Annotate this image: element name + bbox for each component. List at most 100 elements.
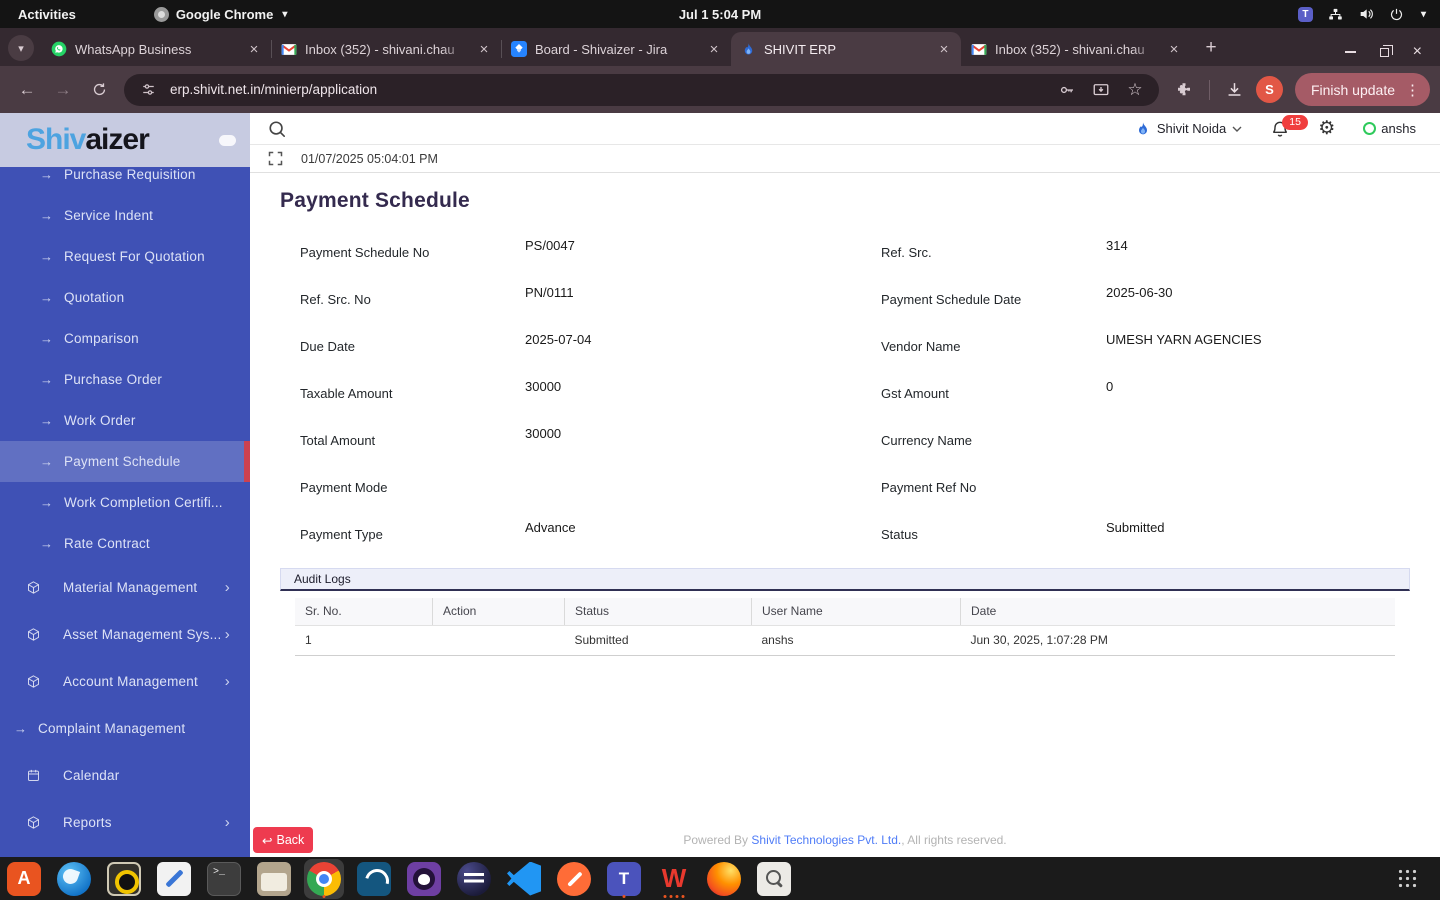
dock-terminal[interactable] xyxy=(204,859,244,899)
dock-vscode[interactable] xyxy=(504,859,544,899)
sidebar-item-payment-schedule[interactable]: → Payment Schedule xyxy=(0,441,250,482)
sidebar-item-quotation[interactable]: → Quotation xyxy=(0,277,250,318)
downloads-icon[interactable] xyxy=(1220,75,1250,105)
dock-chrome[interactable] xyxy=(304,858,344,899)
sidebar-item-purchase-order[interactable]: → Purchase Order xyxy=(0,359,250,400)
sidebar-item-asset-management-sys[interactable]: Asset Management Sys... › xyxy=(0,611,250,658)
activities-button[interactable]: Activities xyxy=(0,0,94,28)
settings-gear-icon[interactable]: ⚙ xyxy=(1318,119,1335,138)
sidebar-item-reports[interactable]: Reports › xyxy=(0,799,250,846)
fullscreen-icon[interactable] xyxy=(268,151,283,166)
restore-button[interactable] xyxy=(1379,44,1393,57)
chevron-down-icon[interactable]: ▾ xyxy=(1421,9,1426,20)
browser-tab-inbox-352-shivani-chau[interactable]: Inbox (352) - shivani.chau × xyxy=(961,32,1191,66)
bookmark-star-icon[interactable]: ☆ xyxy=(1123,80,1147,100)
firefox-icon xyxy=(707,861,741,896)
notifications-button[interactable]: 15 xyxy=(1270,114,1308,139)
wps-office-icon xyxy=(657,862,691,896)
address-bar[interactable]: erp.shivit.net.in/minierp/application ☆ xyxy=(124,73,1159,106)
sidebar-item-complaint-management[interactable]: → Complaint Management xyxy=(0,705,250,752)
dock-mysql-workbench[interactable] xyxy=(354,859,394,899)
site-settings-icon[interactable] xyxy=(136,82,160,97)
sidebar-item-request-for-quotation[interactable]: → Request For Quotation xyxy=(0,236,250,277)
dock-firefox[interactable] xyxy=(704,859,744,899)
sidebar-item-material-management[interactable]: Material Management › xyxy=(0,564,250,611)
dock-files[interactable] xyxy=(254,859,294,899)
field-value: 30000 xyxy=(525,379,562,394)
extensions-icon[interactable] xyxy=(1169,75,1199,105)
app-grid-icon[interactable] xyxy=(1397,868,1418,889)
dock-teams[interactable] xyxy=(604,859,644,899)
field-label: Payment Mode xyxy=(300,480,388,495)
url-text[interactable]: erp.shivit.net.in/minierp/application xyxy=(170,82,1045,97)
sidebar-item-label: Calendar xyxy=(63,768,120,783)
reload-button[interactable] xyxy=(84,75,114,105)
dock-ubuntu-software[interactable] xyxy=(4,859,44,899)
clock[interactable]: Jul 1 5:04 PM xyxy=(679,7,761,22)
chevron-right-icon: › xyxy=(224,579,230,596)
kebab-menu-icon[interactable]: ⋮ xyxy=(1405,81,1420,99)
tab-close-icon[interactable]: × xyxy=(705,40,723,58)
dock-text-editor[interactable] xyxy=(154,859,194,899)
user-menu[interactable]: anshs xyxy=(1363,121,1416,136)
sidebar-item-label: Comparison xyxy=(64,331,139,346)
password-key-icon[interactable] xyxy=(1055,81,1079,99)
footer: Powered By Shivit Technologies Pvt. Ltd.… xyxy=(250,833,1440,847)
tab-close-icon[interactable]: × xyxy=(245,40,263,58)
org-selector[interactable]: Shivit Noida xyxy=(1135,121,1242,137)
tab-close-icon[interactable]: × xyxy=(1165,40,1183,58)
dock-github-desktop[interactable] xyxy=(404,859,444,899)
back-button-label: Back xyxy=(276,833,305,847)
dock-eclipse[interactable] xyxy=(454,859,494,899)
browser-tab-board-shivaizer-jira[interactable]: Board - Shivaizer - Jira × xyxy=(501,32,731,66)
app-menu[interactable]: Google Chrome ▾ xyxy=(153,6,287,22)
cube-icon xyxy=(26,627,50,642)
back-nav-button[interactable]: ← xyxy=(12,75,42,105)
footer-company-link[interactable]: Shivit Technologies Pvt. Ltd. xyxy=(751,833,901,847)
table-body: 1 Submitted anshs Jun 30, 2025, 1:07:28 PM xyxy=(295,625,1395,656)
field-label: Currency Name xyxy=(881,433,973,448)
power-icon[interactable] xyxy=(1389,7,1404,22)
profile-avatar[interactable]: S xyxy=(1255,76,1283,103)
tab-search-button[interactable]: ▾ xyxy=(8,35,34,61)
sidebar-item-work-completion-certifi[interactable]: → Work Completion Certifi... xyxy=(0,482,250,523)
sidebar-item-label: Work Completion Certifi... xyxy=(64,495,223,510)
sidebar-item-label: Purchase Requisition xyxy=(64,167,196,182)
screenshot-tool-icon xyxy=(757,861,791,896)
dock-thunderbird[interactable] xyxy=(54,859,94,899)
dock-postman[interactable] xyxy=(554,859,594,899)
dock-wps-office[interactable] xyxy=(654,859,694,899)
volume-icon[interactable] xyxy=(1358,6,1374,22)
teams-tray-icon[interactable] xyxy=(1297,6,1313,22)
browser-tab-inbox-352-shivani-chau[interactable]: Inbox (352) - shivani.chau × xyxy=(271,32,501,66)
install-app-icon[interactable] xyxy=(1089,81,1113,99)
sidebar-menu: → Purchase Requisition → Service Indent → Req… xyxy=(0,154,250,846)
sidebar-item-account-management[interactable]: Account Management › xyxy=(0,658,250,705)
running-indicator xyxy=(622,894,626,898)
dock-screenshot-tool[interactable] xyxy=(754,859,794,899)
back-button[interactable]: ↩ Back xyxy=(253,827,314,853)
tab-close-icon[interactable]: × xyxy=(935,40,953,58)
browser-tab-shivit-erp[interactable]: SHIVIT ERP × xyxy=(731,32,961,66)
sidebar-toggle-icon[interactable] xyxy=(219,134,236,146)
sidebar-item-calendar[interactable]: Calendar xyxy=(0,752,250,799)
form-field-payment-mode: Payment Mode xyxy=(300,470,881,517)
chrome-icon xyxy=(307,861,341,896)
finish-update-button[interactable]: Finish update ⋮ xyxy=(1294,73,1430,106)
minimize-button[interactable] xyxy=(1344,51,1356,53)
sidebar-item-rate-contract[interactable]: → Rate Contract xyxy=(0,523,250,564)
new-tab-button[interactable]: + xyxy=(1197,34,1225,62)
search-icon[interactable] xyxy=(268,120,286,138)
sidebar-item-service-indent[interactable]: → Service Indent xyxy=(0,195,250,236)
tab-close-icon[interactable]: × xyxy=(475,40,493,58)
sidebar-item-label: Rate Contract xyxy=(64,536,150,551)
sidebar-item-work-order[interactable]: → Work Order xyxy=(0,400,250,441)
dock-rhythmbox[interactable] xyxy=(104,859,144,899)
close-window-button[interactable]: × xyxy=(1413,44,1422,60)
forward-nav-button[interactable]: → xyxy=(48,75,78,105)
field-value: 0 xyxy=(1106,379,1114,394)
browser-tab-whatsapp-business[interactable]: WhatsApp Business × xyxy=(41,32,271,66)
network-icon[interactable] xyxy=(1328,7,1343,22)
arrow-right-icon: → xyxy=(40,495,54,510)
sidebar-item-comparison[interactable]: → Comparison xyxy=(0,318,250,359)
